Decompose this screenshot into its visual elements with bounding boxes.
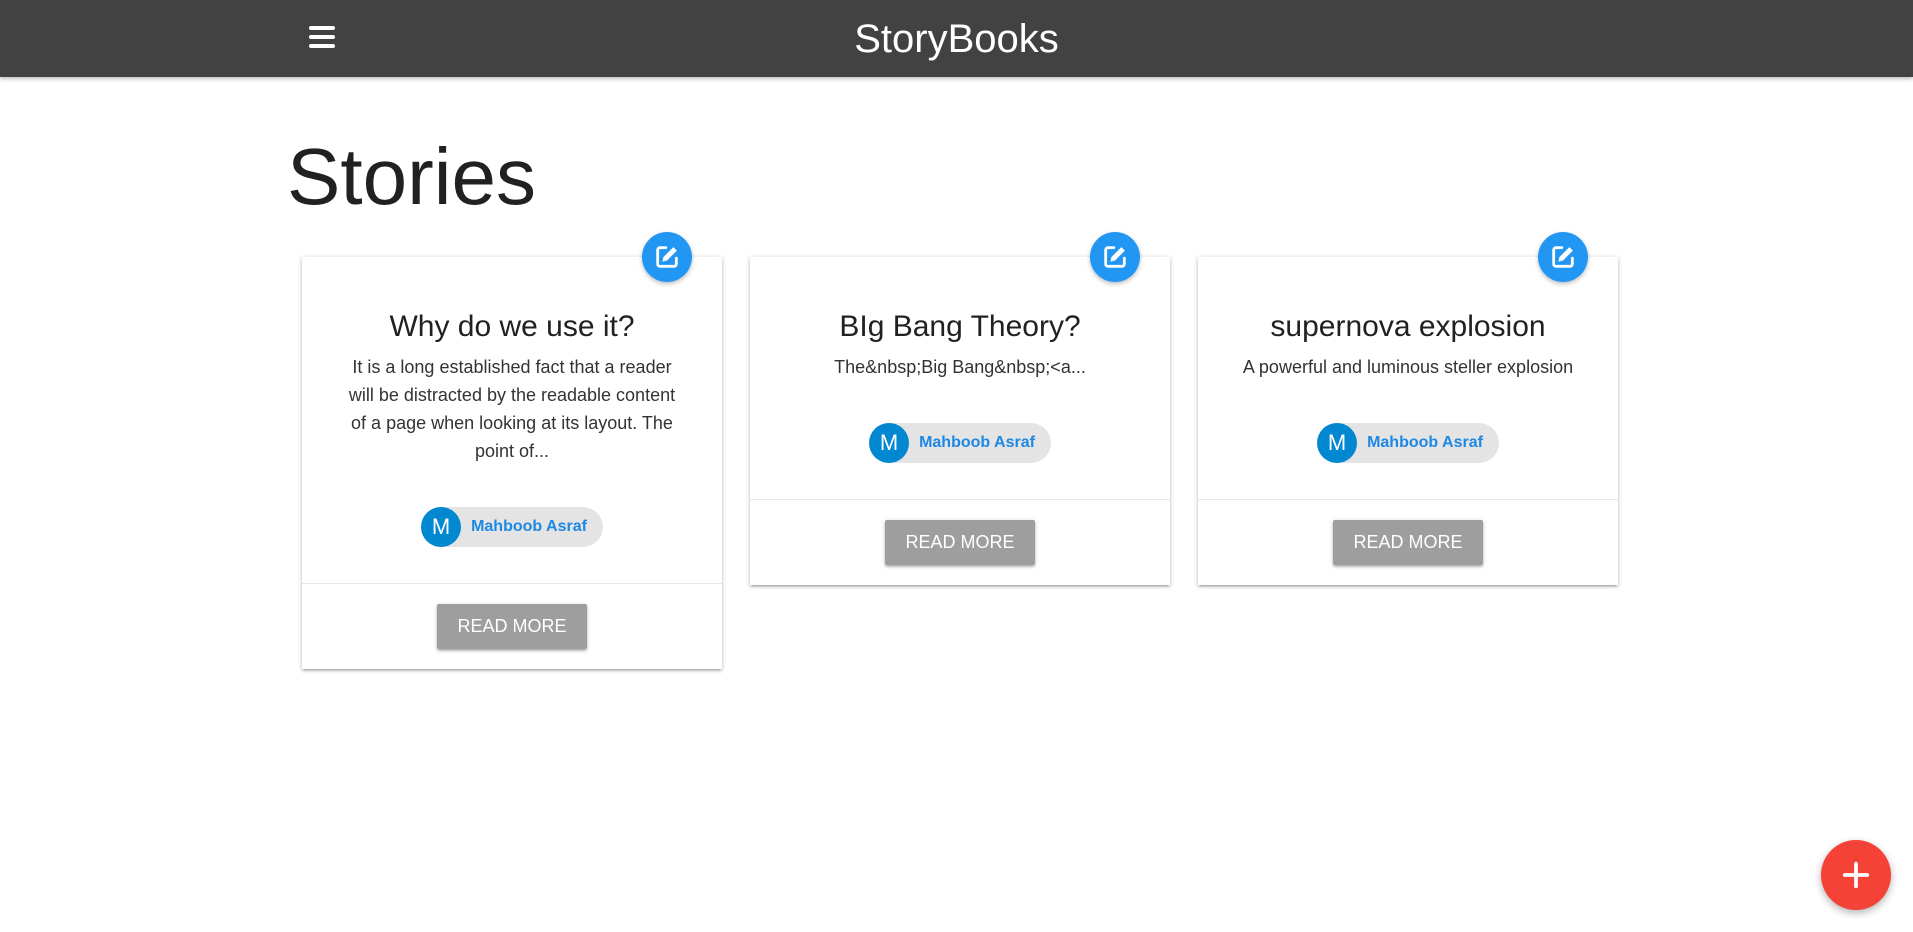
author-name[interactable]: Mahboob Asraf (1367, 434, 1483, 452)
read-more-button[interactable]: READ MORE (1333, 520, 1483, 565)
story-excerpt: It is a long established fact that a rea… (348, 357, 676, 461)
author-name[interactable]: Mahboob Asraf (919, 434, 1035, 452)
card-action: READ MORE (750, 499, 1170, 585)
story-title: supernova explosion (1270, 310, 1546, 343)
author-chip[interactable]: M Mahboob Asraf (869, 423, 1051, 463)
author-chip[interactable]: M Mahboob Asraf (1317, 423, 1499, 463)
card-content: BIg Bang Theory? The&nbsp;Big Bang&nbsp;… (750, 232, 1170, 499)
card-content: supernova explosion A powerful and lumin… (1198, 232, 1618, 499)
avatar: M (421, 507, 462, 547)
edit-story-button[interactable] (1538, 232, 1588, 282)
add-story-button[interactable] (1821, 840, 1891, 910)
story-excerpt: The&nbsp;Big Bang&nbsp;<a... (834, 357, 1086, 377)
story-title: Why do we use it? (389, 310, 635, 343)
top-navbar: StoryBooks (0, 0, 1913, 77)
author-chip[interactable]: M Mahboob Asraf (421, 507, 603, 547)
card-action: READ MORE (1198, 499, 1618, 585)
read-more-button[interactable]: READ MORE (885, 520, 1035, 565)
edit-icon (1104, 246, 1126, 268)
avatar: M (869, 423, 910, 463)
story-title: BIg Bang Theory? (839, 310, 1081, 343)
edit-icon (1552, 246, 1574, 268)
story-excerpt: A powerful and luminous steller explosio… (1242, 357, 1574, 377)
story-card: supernova explosion A powerful and lumin… (1198, 232, 1618, 585)
plus-icon (1842, 861, 1870, 889)
card-action: READ MORE (302, 583, 722, 669)
edit-story-button[interactable] (1090, 232, 1140, 282)
page-title: Stories (287, 132, 536, 221)
avatar: M (1317, 423, 1358, 463)
author-name[interactable]: Mahboob Asraf (471, 518, 587, 536)
edit-icon (656, 246, 678, 268)
read-more-button[interactable]: READ MORE (437, 604, 587, 649)
story-card: Why do we use it? It is a long establish… (302, 232, 722, 669)
edit-story-button[interactable] (642, 232, 692, 282)
brand-logo[interactable]: StoryBooks (0, 14, 1913, 64)
story-card: BIg Bang Theory? The&nbsp;Big Bang&nbsp;… (750, 232, 1170, 585)
card-content: Why do we use it? It is a long establish… (302, 232, 722, 583)
